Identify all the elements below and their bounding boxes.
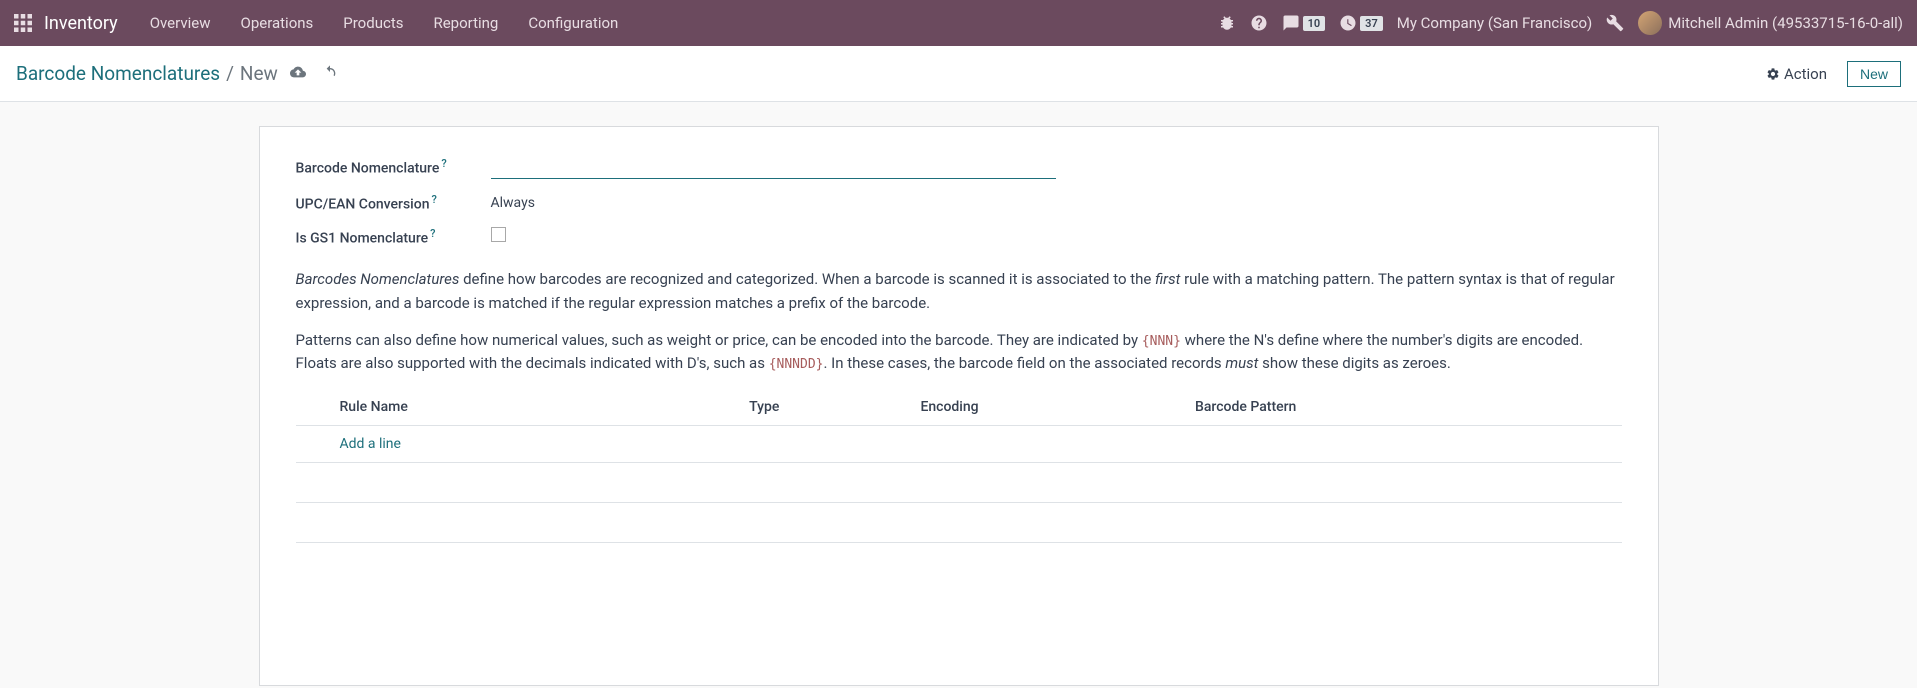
- label-gs1: Is GS1 Nomenclature?: [296, 227, 491, 247]
- nav-reporting[interactable]: Reporting: [419, 8, 512, 38]
- action-dropdown[interactable]: Action: [1758, 61, 1835, 87]
- messages-badge: 10: [1303, 16, 1326, 31]
- nav-right: 10 37 My Company (San Francisco) Mitchel…: [1218, 11, 1903, 35]
- label-conversion: UPC/EAN Conversion?: [296, 193, 491, 213]
- activities-badge: 37: [1360, 16, 1383, 31]
- form-view: Barcode Nomenclature? UPC/EAN Conversion…: [0, 102, 1917, 686]
- activities-icon[interactable]: 37: [1339, 14, 1383, 32]
- nav-operations[interactable]: Operations: [227, 8, 328, 38]
- avatar: [1638, 11, 1662, 35]
- messages-icon[interactable]: 10: [1282, 14, 1326, 32]
- control-panel: Barcode Nomenclatures / New Action New: [0, 46, 1917, 102]
- nav-configuration[interactable]: Configuration: [514, 8, 632, 38]
- user-name: Mitchell Admin (49533715-16-0-all): [1668, 14, 1903, 32]
- help-icon[interactable]: ?: [432, 193, 437, 206]
- table-row: Add a line: [296, 426, 1622, 463]
- col-encoding[interactable]: Encoding: [912, 389, 1187, 426]
- input-nomenclature[interactable]: [491, 155, 1056, 179]
- checkbox-gs1[interactable]: [491, 227, 506, 242]
- help-text: Barcodes Nomenclatures define how barcod…: [296, 268, 1622, 375]
- nav-menu: Overview Operations Products Reporting C…: [136, 8, 633, 38]
- add-line-link[interactable]: Add a line: [340, 436, 401, 452]
- apps-icon[interactable]: [14, 14, 32, 32]
- discard-icon[interactable]: [322, 64, 338, 84]
- user-menu[interactable]: Mitchell Admin (49533715-16-0-all): [1638, 11, 1903, 35]
- col-rule-name[interactable]: Rule Name: [296, 389, 742, 426]
- col-pattern[interactable]: Barcode Pattern: [1187, 389, 1621, 426]
- company-switcher[interactable]: My Company (San Francisco): [1397, 14, 1592, 32]
- cloud-save-icon[interactable]: [290, 64, 306, 84]
- nav-products[interactable]: Products: [329, 8, 417, 38]
- support-icon[interactable]: [1250, 14, 1268, 32]
- breadcrumb-sep: /: [226, 62, 234, 85]
- breadcrumb-current: New: [240, 62, 278, 85]
- table-row: [296, 503, 1622, 543]
- label-nomenclature: Barcode Nomenclature?: [296, 157, 491, 177]
- help-icon[interactable]: ?: [430, 227, 435, 240]
- form-sheet: Barcode Nomenclature? UPC/EAN Conversion…: [259, 126, 1659, 686]
- breadcrumb: Barcode Nomenclatures / New: [16, 62, 278, 85]
- breadcrumb-root[interactable]: Barcode Nomenclatures: [16, 62, 220, 85]
- gear-icon: [1766, 67, 1780, 81]
- table-row: [296, 463, 1622, 503]
- main-navbar: Inventory Overview Operations Products R…: [0, 0, 1917, 46]
- nav-overview[interactable]: Overview: [136, 8, 225, 38]
- tools-icon[interactable]: [1606, 14, 1624, 32]
- help-icon[interactable]: ?: [441, 157, 446, 170]
- action-label: Action: [1784, 65, 1827, 83]
- select-conversion[interactable]: Always: [491, 195, 535, 211]
- debug-icon[interactable]: [1218, 14, 1236, 32]
- new-button[interactable]: New: [1847, 61, 1901, 87]
- col-type[interactable]: Type: [741, 389, 912, 426]
- rules-table: Rule Name Type Encoding Barcode Pattern …: [296, 389, 1622, 543]
- app-brand[interactable]: Inventory: [44, 13, 118, 34]
